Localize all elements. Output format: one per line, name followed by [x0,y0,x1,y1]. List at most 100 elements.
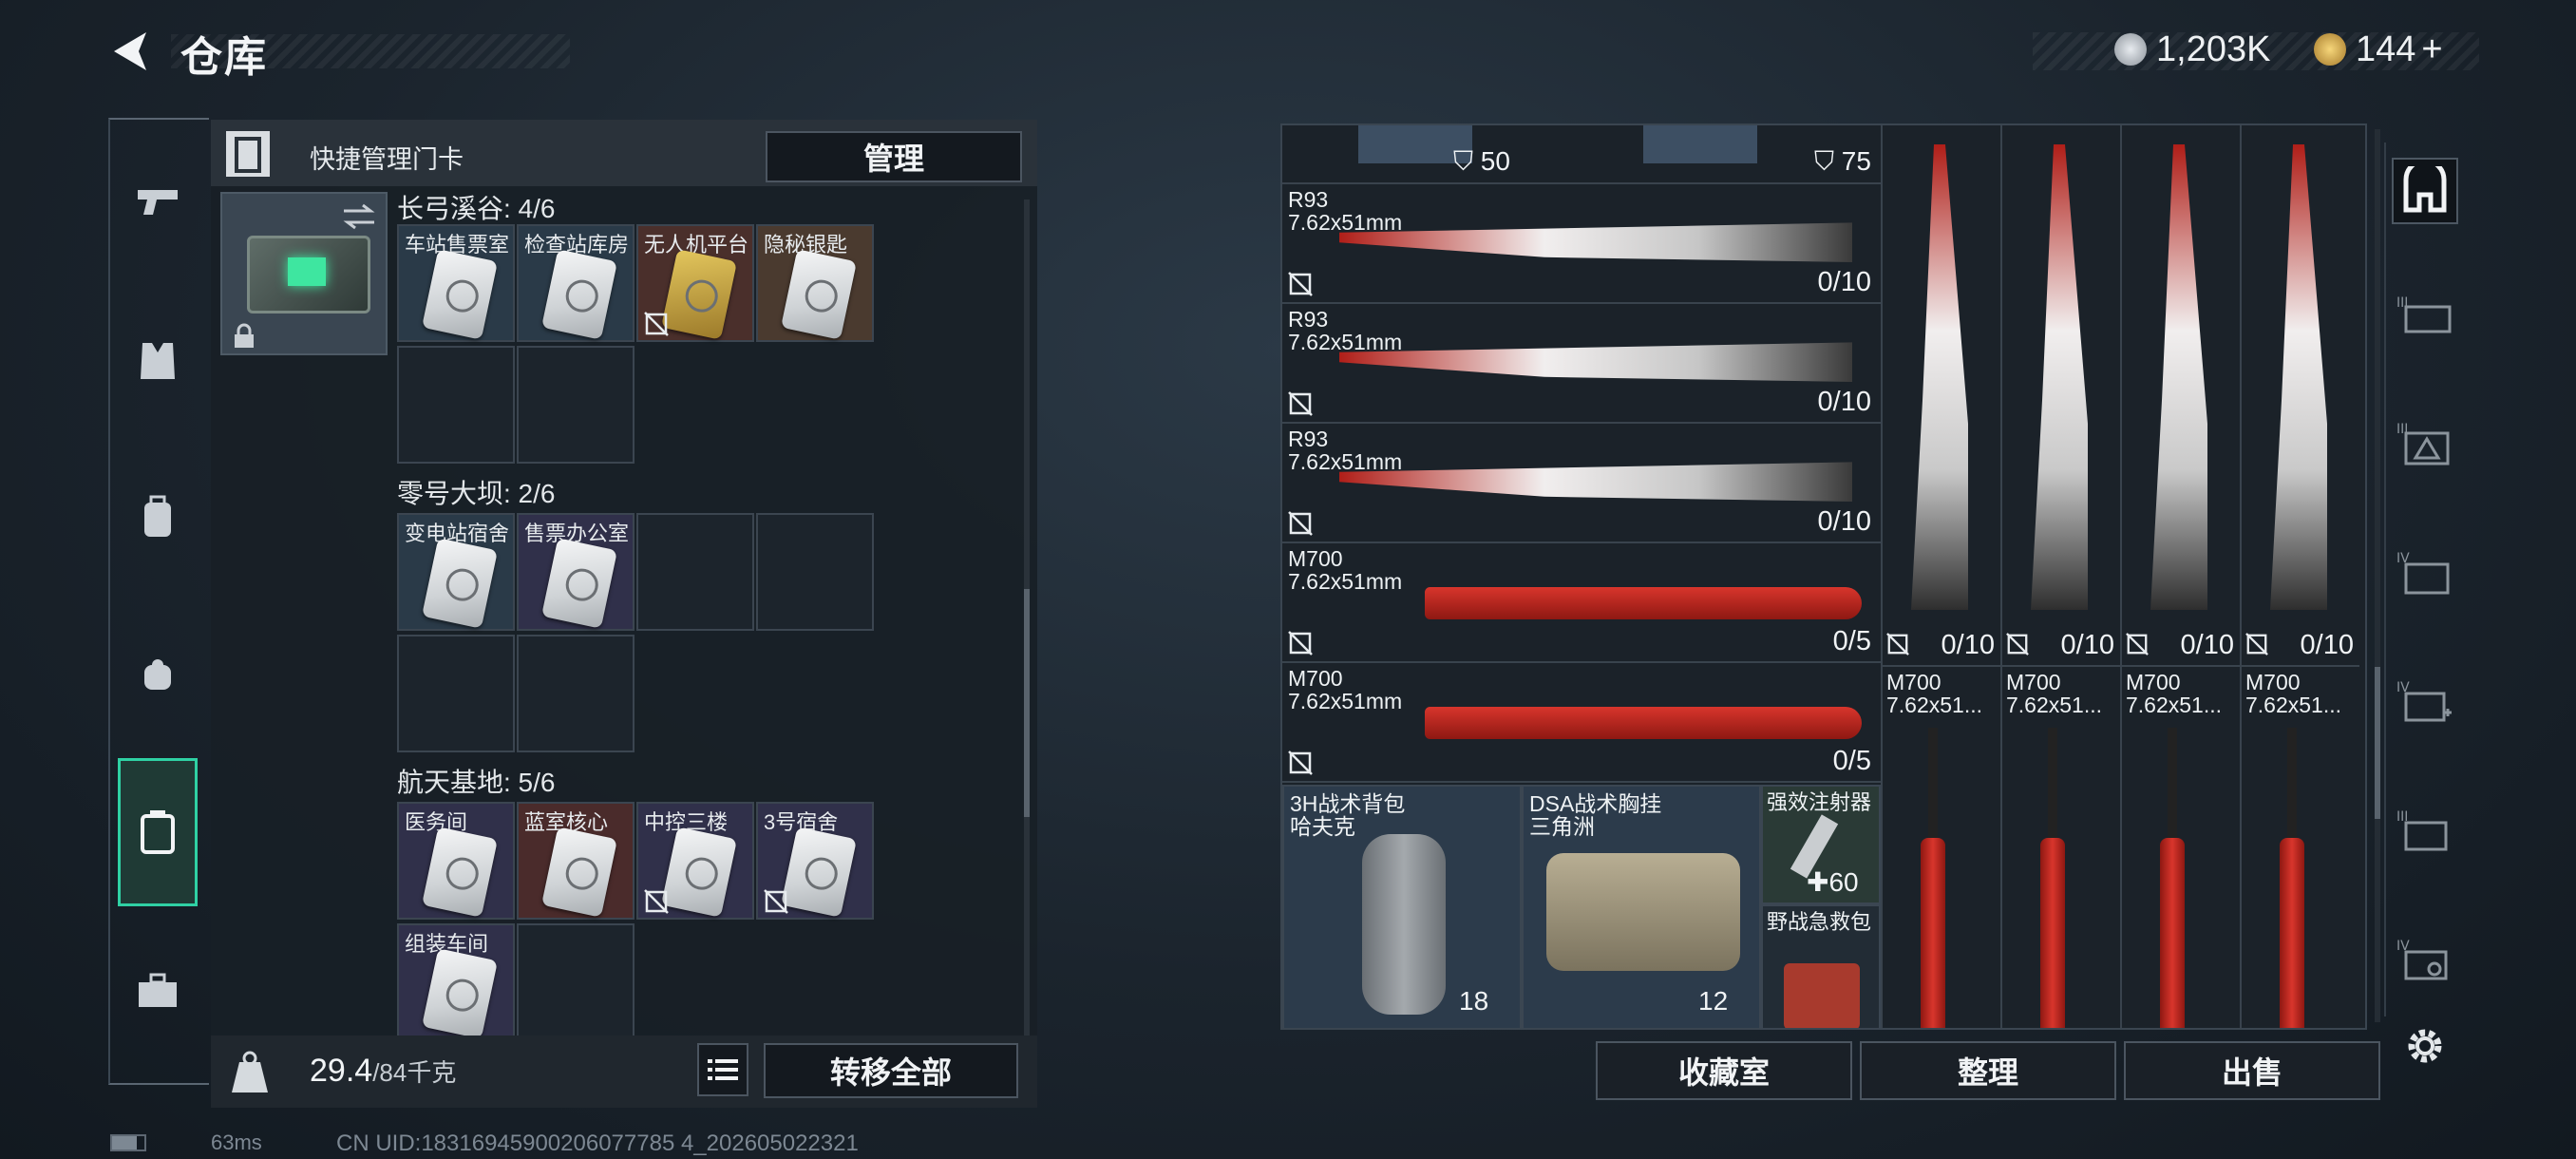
vertical-rifle-r93[interactable]: 0/10 [2120,125,2240,665]
group-title-dam: 零号大坝: 2/6 [397,479,556,508]
empty-slot[interactable] [517,635,635,752]
collection-room-button[interactable]: 收藏室 [1596,1041,1852,1100]
back-arrow-icon[interactable] [106,27,156,76]
vertical-rifle-m700[interactable]: M700 7.62x51... [2000,665,2120,1028]
weight-icon [232,1051,268,1092]
keycard-slot[interactable]: 车站售票室 [397,224,515,342]
rifle-barrel [2168,728,2177,842]
keycard-slot[interactable]: 组装车间 [397,923,515,1036]
rifle-image [1921,838,1945,1028]
empty-slot[interactable] [397,635,515,752]
vertical-rifle-r93[interactable]: 0/10 [1881,125,2000,665]
vertical-rifle-m700[interactable]: M700 7.62x51... [1881,665,2000,1028]
keycard-slot[interactable]: 中控三楼 [636,802,754,920]
keycard-image [780,249,858,340]
stash-tab-main[interactable] [2392,158,2458,224]
nav-armor[interactable] [118,321,198,401]
keycard-slot[interactable]: 蓝室核心 [517,802,635,920]
empty-slot[interactable] [397,346,515,464]
group-title-changgong: 长弓溪谷: 4/6 [397,194,556,223]
empty-slot[interactable] [517,346,635,464]
nav-keycards[interactable] [118,758,198,906]
list-view-button[interactable] [697,1043,748,1096]
keycard-image [421,538,499,629]
stash-scrollbar-thumb[interactable] [2375,667,2380,819]
keycard-image [660,826,738,918]
vertical-rifle-r93[interactable]: 0/10 [2240,125,2359,665]
backpack-icon [144,495,171,537]
item-partial-b[interactable] [1643,125,1757,163]
no-trade-icon [764,889,788,914]
stash-tab-4c[interactable]: IV [2392,927,2458,994]
armor-durability-a: ⛉ 50 [1453,146,1510,176]
stash-scrollbar[interactable] [2375,129,2380,1022]
vertical-rifle-r93[interactable]: 0/10 [2000,125,2120,665]
stash-tab-3b[interactable]: III [2392,410,2458,477]
gold-currency[interactable]: 144 + [2314,27,2443,72]
vest-image [1546,853,1740,971]
keycard-image [421,826,499,918]
vertical-rifle-m700[interactable]: M700 7.62x51... [2120,665,2240,1028]
transfer-all-button[interactable]: 转移全部 [764,1043,1018,1098]
weapon-item-row[interactable]: R93 7.62x51mm 0/10 [1282,424,1881,543]
ping-readout: 63ms [211,1130,262,1154]
medkit-item[interactable]: 野战急救包 [1761,904,1881,1028]
sell-button[interactable]: 出售 [2124,1041,2380,1100]
keycard-holder-icon [226,131,270,177]
keycard-scrollbar[interactable] [1024,200,1030,1036]
weapon-item-row[interactable]: M700 7.62x51mm 0/5 [1282,543,1881,663]
empty-slot[interactable] [517,923,635,1036]
keycard-case[interactable] [220,192,388,355]
weapon-ammo: 0/5 [1832,746,1871,776]
manage-button[interactable]: 管理 [766,131,1022,182]
keycard-slot[interactable]: 医务间 [397,802,515,920]
empty-slot[interactable] [756,513,874,631]
silver-currency[interactable]: 1,203K [2114,27,2270,72]
silver-coin-icon [2114,33,2147,66]
stash-tab-3a[interactable]: III [2392,281,2458,348]
keycard-image [540,538,618,629]
swap-icon[interactable] [340,201,378,232]
backpack-item[interactable]: 3H战术背包 哈夫克 18 [1282,785,1522,1028]
storage-box-icon: III [2396,295,2452,333]
empty-slot[interactable] [636,513,754,631]
stash-grid[interactable]: ⛉ 50 ⛉ 75 R93 7.62x51mm 0/10 R93 7.62x51mm 0/… [1280,124,2367,1030]
injector-item[interactable]: 强效注射器 ✚60 [1761,785,1881,904]
group-title-space: 航天基地: 5/6 [397,768,556,797]
vertical-rifle-m700[interactable]: M700 7.62x51... [2240,665,2359,1028]
nav-weapons[interactable] [118,162,198,241]
stash-tab-4b[interactable]: IV [2392,669,2458,735]
keycard-slot[interactable]: 检查站库房 [517,224,635,342]
stash-tab-4a[interactable]: IV [2392,540,2458,606]
triangle-box-icon: III [2396,422,2450,466]
slot-grid-dam: 变电站宿舍 售票办公室 [397,513,880,756]
keycard-slot[interactable]: 售票办公室 [517,513,635,631]
weapon-item-row[interactable]: R93 7.62x51mm 0/10 [1282,304,1881,424]
keycard-slot[interactable]: 变电站宿舍 [397,513,515,631]
injector-count: ✚60 [1807,867,1859,897]
backpack-capacity: 18 [1459,986,1489,1016]
keycard-image [540,249,618,340]
organize-button[interactable]: 整理 [1860,1041,2116,1100]
nav-bag[interactable] [118,635,198,714]
weapon-ammo: 0/10 [2300,630,2354,660]
settings-gear-icon[interactable] [2401,1022,2449,1070]
weapon-item-row[interactable]: R93 7.62x51mm 0/10 [1282,184,1881,304]
rail-divider [2384,142,2386,1016]
weight-max: /84千克 [372,1058,457,1087]
keycard-slot[interactable]: 隐秘银匙 [756,224,874,342]
injector-name: 强效注射器 [1767,790,1872,814]
keycard-slot[interactable]: 无人机平台 [636,224,754,342]
medkit-image [1784,963,1860,1028]
weapon-caliber: 7.62x51mm [1288,569,1403,594]
vest-item[interactable]: DSA战术胸挂 三角洲 12 [1522,785,1761,1028]
nav-toolbox[interactable] [118,950,198,1030]
keycard-slot[interactable]: 3号宿舍 [756,802,874,920]
pouch-icon [144,659,171,690]
nav-backpack[interactable] [118,478,198,558]
scrollbar-thumb[interactable] [1024,589,1030,817]
gold-add-button[interactable]: + [2421,29,2442,70]
stash-tab-3c[interactable]: III [2392,798,2458,864]
weapon-item-row[interactable]: M700 7.62x51mm 0/5 [1282,663,1881,783]
backpack-name: 3H战术背包 [1290,791,1406,816]
